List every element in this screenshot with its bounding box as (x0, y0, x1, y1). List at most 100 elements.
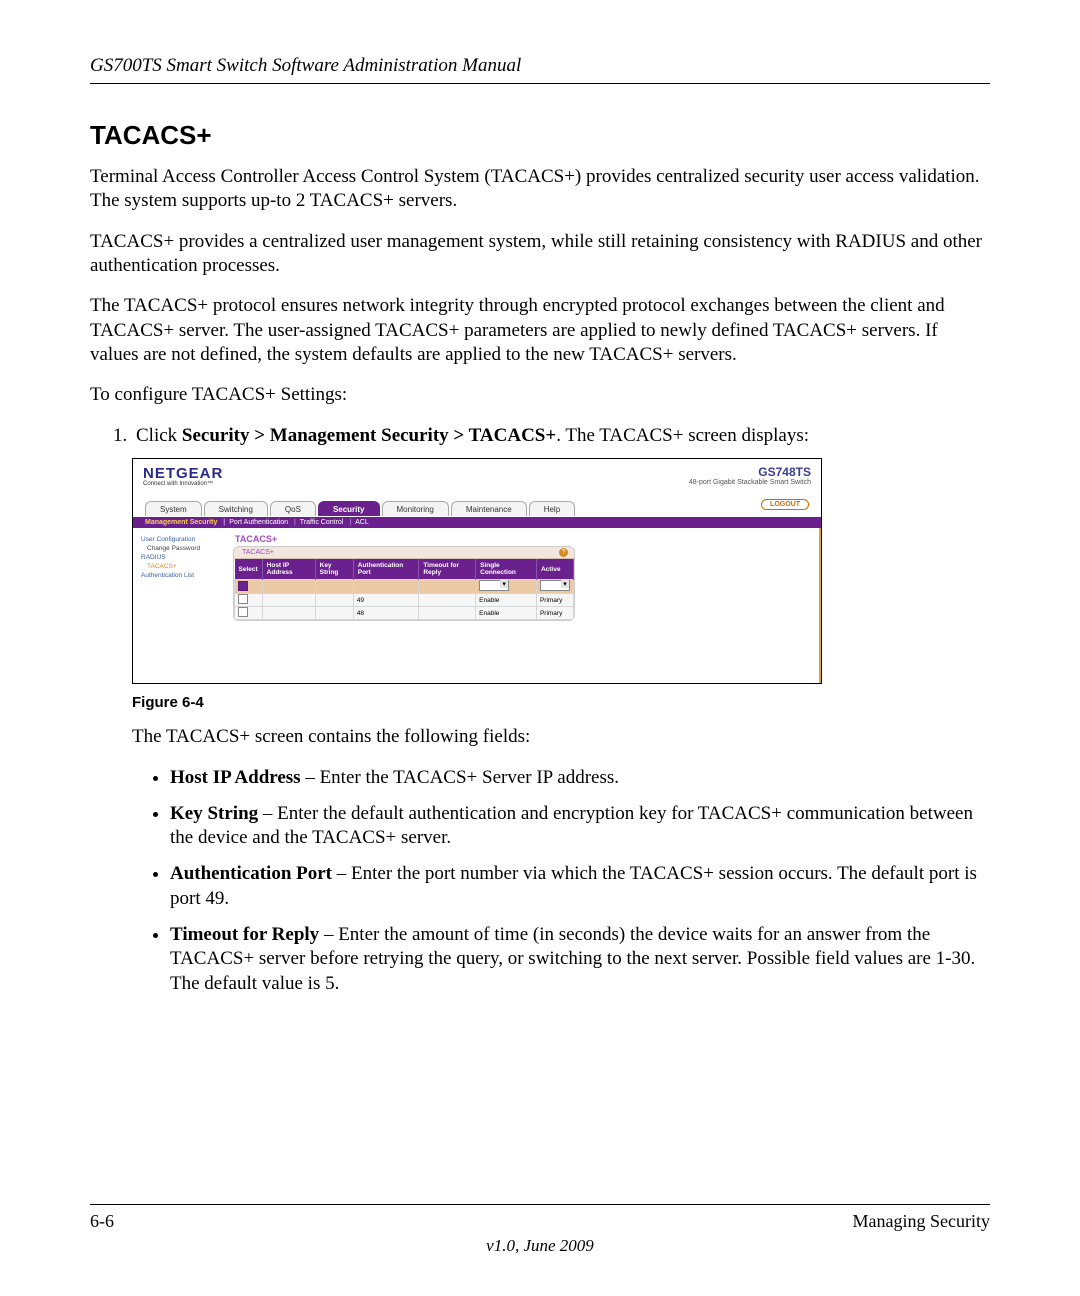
dropdown-icon[interactable] (540, 580, 570, 591)
product-model: GS748TS (689, 465, 811, 479)
tab-qos[interactable]: QoS (270, 501, 316, 516)
intro-para-2: TACACS+ provides a centralized user mana… (90, 230, 990, 279)
field-timeout: Timeout for Reply – Enter the amount of … (170, 923, 990, 996)
figure-caption: Figure 6-4 (132, 694, 990, 711)
row2-active: Primary (536, 607, 573, 620)
sidenav-change-password[interactable]: Change Password (147, 545, 223, 552)
page-footer: 6-6 Managing Security v1.0, June 2009 (90, 1196, 990, 1256)
tab-security[interactable]: Security (318, 501, 380, 516)
tacacs-panel: TACACS+ ? Select Host IP Address Key Str… (233, 546, 575, 621)
th-single-conn: Single Connection (476, 559, 537, 580)
row2-timeout (419, 607, 476, 620)
help-icon[interactable]: ? (559, 548, 568, 557)
row1-host (262, 594, 315, 607)
edit-auth-port[interactable] (353, 580, 419, 594)
row2-host (262, 607, 315, 620)
version-line: v1.0, June 2009 (90, 1236, 990, 1256)
tab-monitoring[interactable]: Monitoring (382, 501, 449, 516)
tab-system[interactable]: System (145, 501, 202, 516)
subtab-acl[interactable]: ACL (355, 519, 369, 526)
field-key-string: Key String – Enter the default authentic… (170, 802, 990, 851)
th-select: Select (235, 559, 263, 580)
field-desc: – Enter the default authentication and e… (170, 803, 973, 848)
edit-key-string[interactable] (315, 580, 353, 594)
panel-tab: TACACS+ ? (234, 547, 574, 559)
tab-switching[interactable]: Switching (204, 501, 268, 516)
subtab-mgmt-security[interactable]: Management Security (145, 519, 225, 526)
checkbox-icon[interactable] (238, 607, 248, 617)
brand-text: NETGEAR (143, 465, 223, 482)
field-name: Key String (170, 803, 258, 824)
step-1-suffix: . The TACACS+ screen displays: (556, 425, 809, 446)
intro-para-3: The TACACS+ protocol ensures network int… (90, 294, 990, 367)
intro-para-1: Terminal Access Controller Access Contro… (90, 165, 990, 214)
th-host-ip: Host IP Address (262, 559, 315, 580)
th-key-string: Key String (315, 559, 353, 580)
field-auth-port: Authentication Port – Enter the port num… (170, 862, 990, 911)
table-header-row: Select Host IP Address Key String Authen… (235, 559, 574, 580)
sub-tabbar: Management Security Port Authentication … (133, 517, 821, 528)
step-list: Click Security > Management Security > T… (90, 424, 990, 449)
edit-active[interactable] (536, 580, 573, 594)
product-desc: 48-port Gigabit Stackable Smart Switch (689, 479, 811, 486)
table-row: 48 Enable Primary (235, 607, 574, 620)
dropdown-icon[interactable] (479, 580, 509, 591)
sidenav-auth-list[interactable]: Authentication List (141, 572, 223, 579)
edit-select[interactable] (235, 580, 263, 594)
sidenav-user-config[interactable]: User Configuration (141, 536, 223, 543)
sidenav-tacacs[interactable]: TACACS+ (147, 563, 223, 570)
running-header: GS700TS Smart Switch Software Administra… (90, 55, 990, 77)
row2-port: 48 (353, 607, 419, 620)
edit-host-ip[interactable] (262, 580, 315, 594)
section-title: TACACS+ (90, 120, 990, 151)
brand-tagline: Connect with Innovation™ (143, 481, 223, 487)
brand-logo: NETGEAR Connect with Innovation™ (143, 465, 223, 487)
field-name: Timeout for Reply (170, 924, 319, 945)
checkbox-icon[interactable] (238, 581, 248, 591)
th-active: Active (536, 559, 573, 580)
main-tabbar: System Switching QoS Security Monitoring… (133, 499, 821, 517)
step-1-path: Security > Management Security > TACACS+ (182, 425, 556, 446)
subtab-port-auth[interactable]: Port Authentication (229, 519, 296, 526)
subtab-traffic-control[interactable]: Traffic Control (300, 519, 351, 526)
row2-single: Enable (476, 607, 537, 620)
row2-key (315, 607, 353, 620)
field-name: Authentication Port (170, 863, 332, 884)
product-id: GS748TS 48-port Gigabit Stackable Smart … (689, 465, 811, 486)
edit-single-conn[interactable] (476, 580, 537, 594)
footer-rule (90, 1204, 990, 1205)
edit-timeout[interactable] (419, 580, 476, 594)
row1-timeout (419, 594, 476, 607)
panel-title: TACACS+ (235, 534, 813, 544)
table-edit-row (235, 580, 574, 594)
step-1-prefix: Click (136, 425, 182, 446)
panel-tab-label: TACACS+ (242, 549, 274, 556)
th-timeout: Timeout for Reply (419, 559, 476, 580)
logout-button[interactable]: LOGOUT (761, 499, 809, 510)
side-nav: User Configuration Change Password RADIU… (133, 528, 227, 683)
page-number: 6-6 (90, 1211, 114, 1232)
chapter-name: Managing Security (853, 1211, 990, 1232)
header-rule (90, 83, 990, 84)
field-name: Host IP Address (170, 767, 301, 788)
field-host-ip: Host IP Address – Enter the TACACS+ Serv… (170, 766, 990, 790)
row2-select[interactable] (235, 607, 263, 620)
tab-help[interactable]: Help (529, 501, 575, 516)
embedded-screenshot: NETGEAR Connect with Innovation™ GS748TS… (132, 458, 822, 684)
after-figure-para: The TACACS+ screen contains the followin… (132, 725, 990, 749)
table-row: 49 Enable Primary (235, 594, 574, 607)
sidenav-radius[interactable]: RADIUS (141, 554, 223, 561)
row1-single: Enable (476, 594, 537, 607)
th-auth-port: Authentication Port (353, 559, 419, 580)
row1-key (315, 594, 353, 607)
field-list: Host IP Address – Enter the TACACS+ Serv… (130, 766, 990, 997)
intro-para-4: To configure TACACS+ Settings: (90, 383, 990, 407)
row1-port: 49 (353, 594, 419, 607)
tacacs-table: Select Host IP Address Key String Authen… (234, 559, 574, 620)
row1-select[interactable] (235, 594, 263, 607)
row1-active: Primary (536, 594, 573, 607)
checkbox-icon[interactable] (238, 594, 248, 604)
field-desc: – Enter the TACACS+ Server IP address. (301, 767, 619, 788)
step-1: Click Security > Management Security > T… (132, 424, 990, 449)
tab-maintenance[interactable]: Maintenance (451, 501, 527, 516)
